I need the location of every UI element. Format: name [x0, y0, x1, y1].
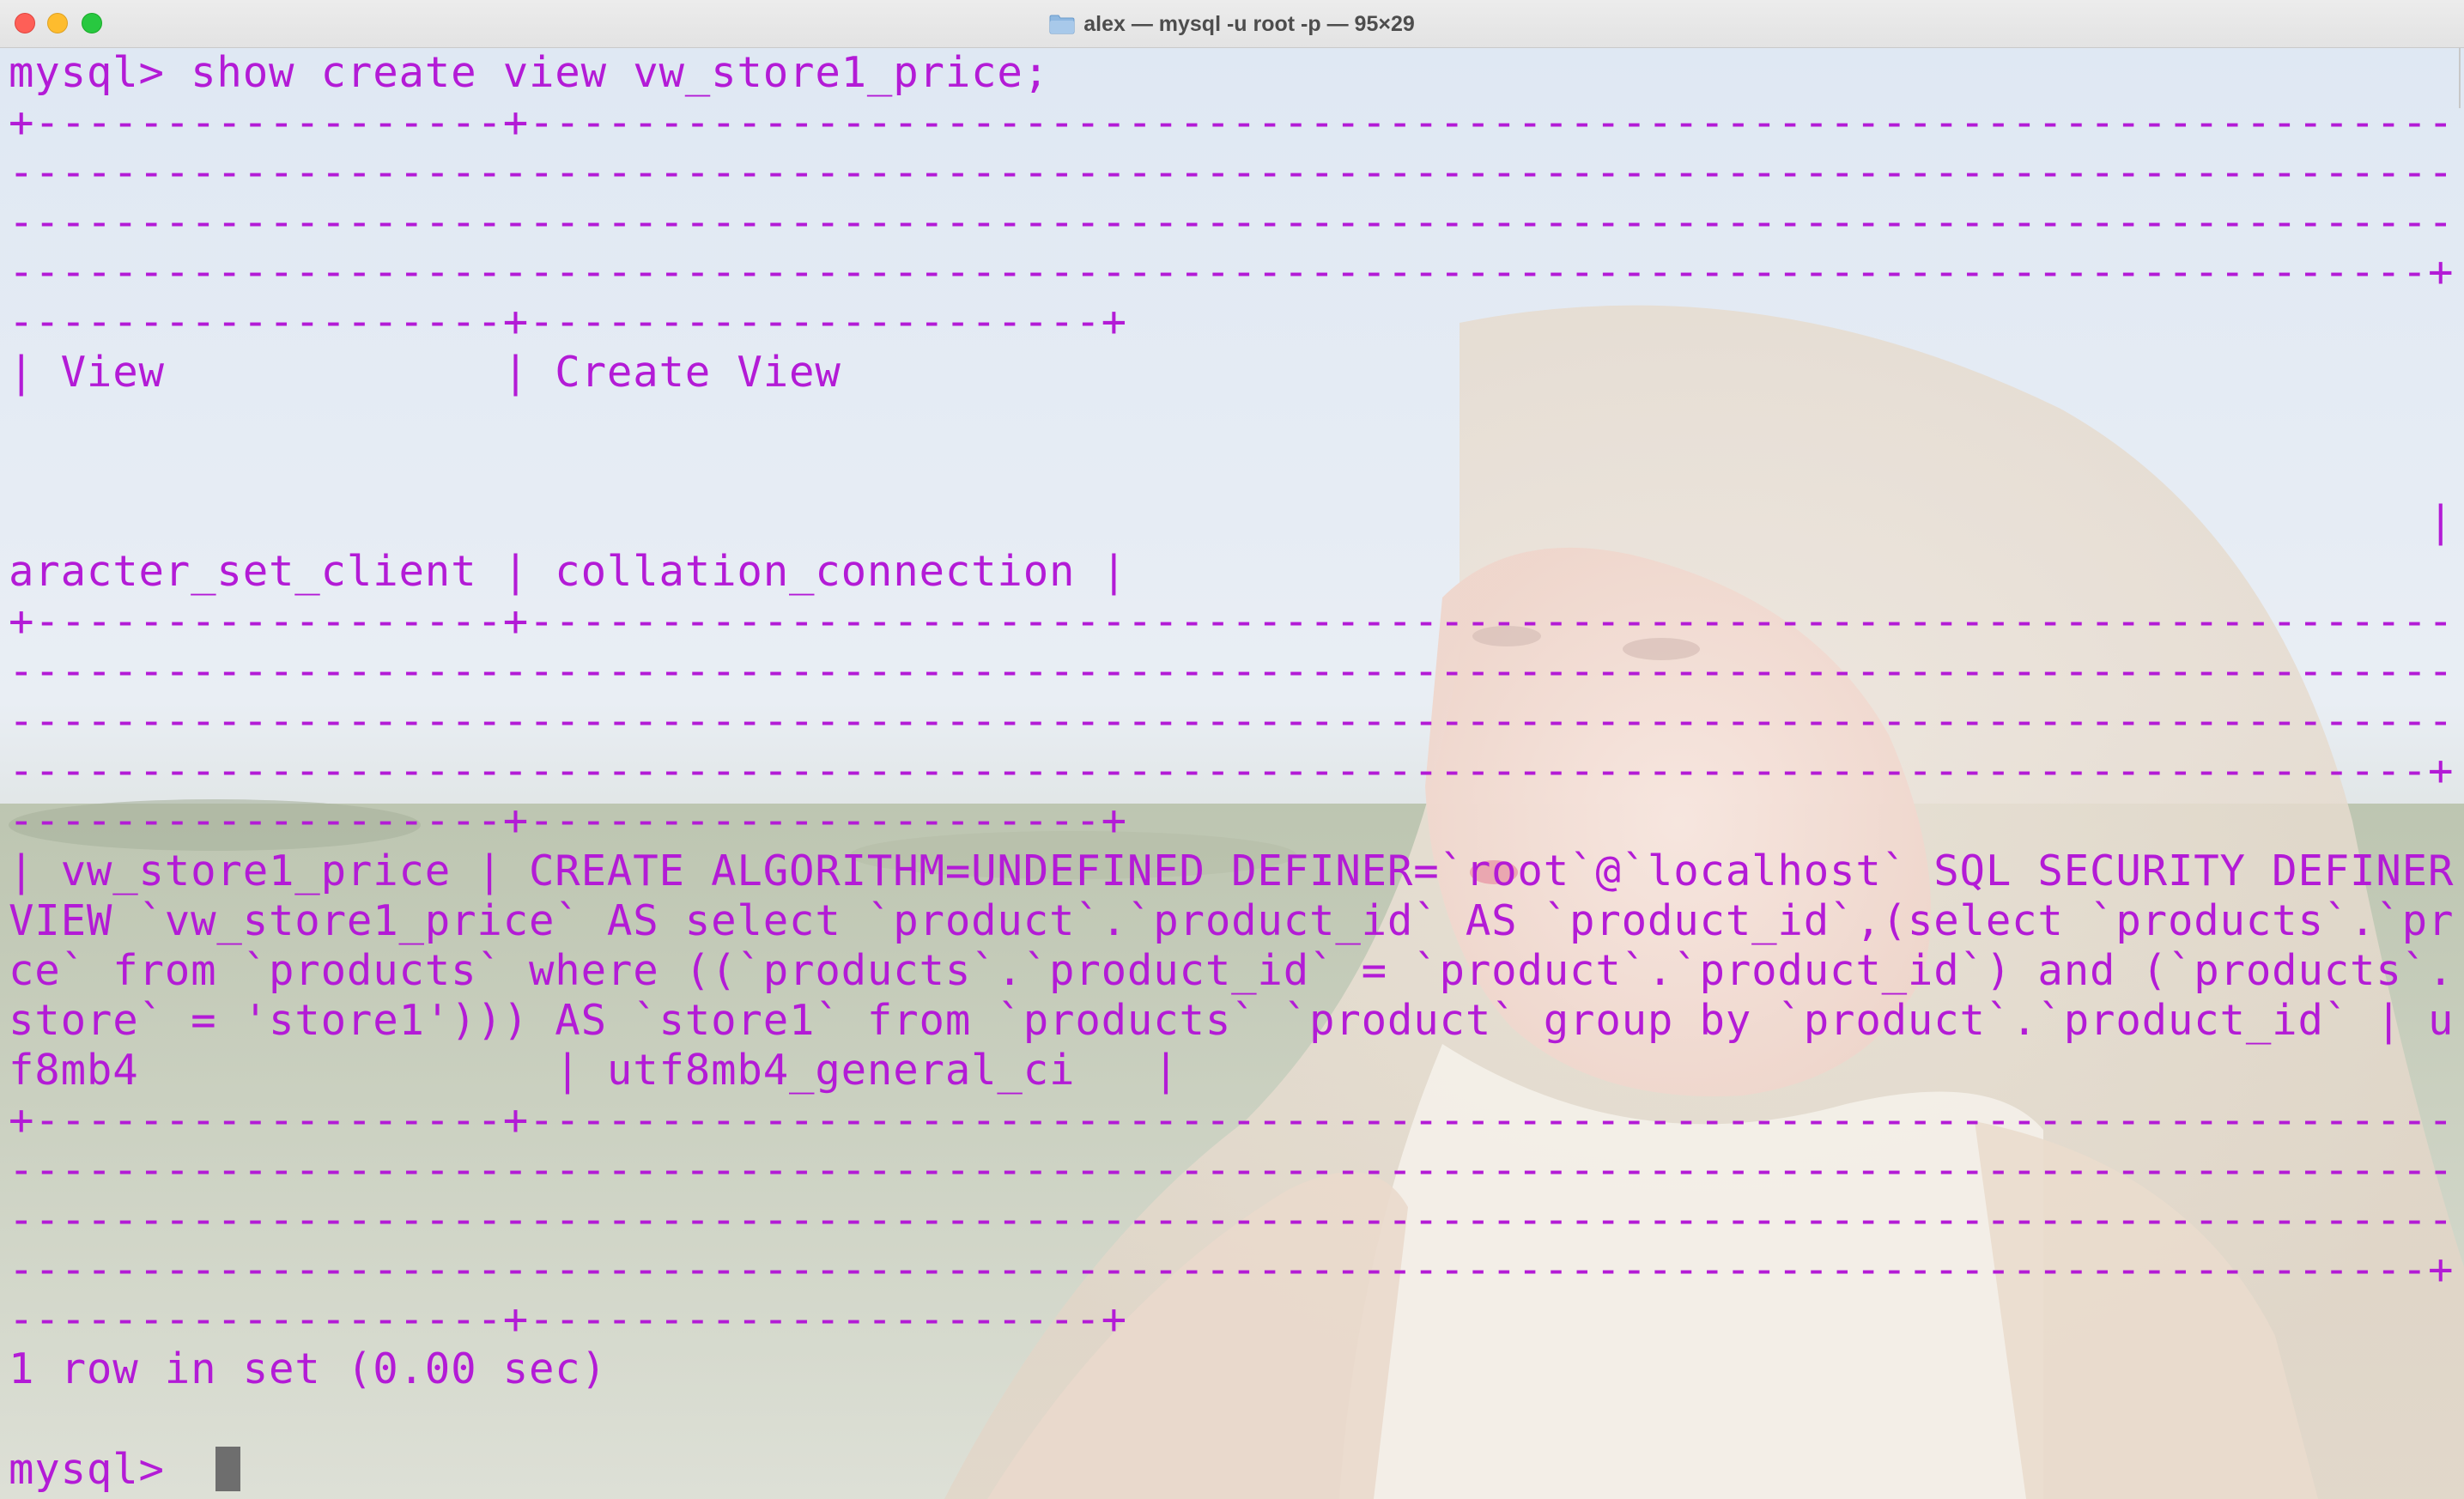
table-border-line: -------------------+--------------------… [9, 1295, 1127, 1344]
folder-icon [1049, 14, 1075, 34]
title-bar[interactable]: alex — mysql -u root -p — 95×29 [0, 0, 2464, 48]
table-border-line: ----------------------------------------… [9, 1145, 2455, 1195]
window-title: alex — mysql -u root -p — 95×29 [1083, 11, 1415, 36]
table-row-line: store` = 'store1'))) AS `store1` from `p… [9, 995, 2455, 1045]
table-row-line: f8mb4 | utf8mb4_general_ci | [9, 1045, 1180, 1095]
table-border-line: ----------------------------------------… [9, 696, 2455, 746]
table-row-line: ce` from `products` where ((`products`.`… [9, 945, 2455, 995]
table-border-line: ----------------------------------------… [9, 1195, 2455, 1245]
table-border-line: ----------------------------------------… [9, 148, 2455, 197]
terminal-output: mysql> show create view vw_store1_price;… [9, 48, 2455, 1495]
prompt-line[interactable]: mysql> [9, 1445, 2455, 1495]
table-row-line: VIEW `vw_store1_price` AS select `produc… [9, 895, 2455, 945]
table-border-line: ----------------------------------------… [9, 746, 2455, 796]
table-header-line: | ch [9, 496, 2455, 546]
table-border-line: +------------------+--------------------… [9, 98, 2455, 148]
table-border-line: -------------------+--------------------… [9, 297, 1127, 347]
window-title-group: alex — mysql -u root -p — 95×29 [0, 0, 2464, 48]
scrollbar[interactable] [2459, 48, 2461, 108]
result-summary: 1 row in set (0.00 sec) [9, 1344, 607, 1394]
table-border-line: ----------------------------------------… [9, 197, 2455, 247]
table-header-line: | View | Create View [9, 347, 841, 397]
table-border-line: +------------------+--------------------… [9, 597, 2455, 646]
terminal-line: mysql> show create view vw_store1_price; [9, 48, 1050, 97]
table-border-line: ----------------------------------------… [9, 247, 2455, 297]
mysql-prompt: mysql> [9, 1444, 191, 1494]
table-border-line: -------------------+--------------------… [9, 796, 1127, 846]
table-row-line: | vw_store1_price | CREATE ALGORITHM=UND… [9, 846, 2455, 895]
table-border-line: ----------------------------------------… [9, 1245, 2455, 1295]
terminal-view[interactable]: mysql> show create view vw_store1_price;… [0, 48, 2464, 1499]
text-cursor [215, 1446, 241, 1491]
table-header-line: aracter_set_client | collation_connectio… [9, 546, 1127, 596]
table-border-line: ----------------------------------------… [9, 646, 2455, 696]
table-border-line: +------------------+--------------------… [9, 1095, 2455, 1144]
terminal-window: alex — mysql -u root -p — 95×29 mysql> s… [0, 0, 2464, 1499]
